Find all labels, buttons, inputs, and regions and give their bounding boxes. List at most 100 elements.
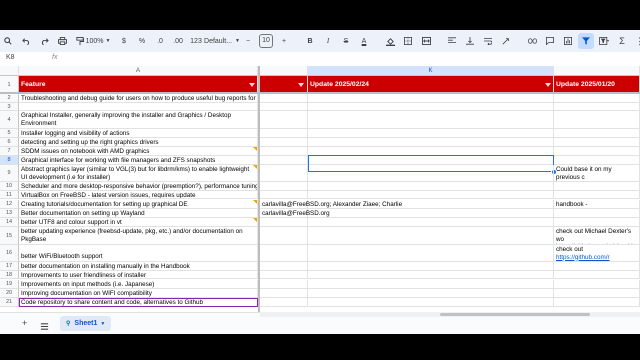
row-number[interactable]: 9 — [0, 165, 19, 182]
row-number[interactable]: 7 — [0, 147, 19, 156]
update-0224-cell[interactable] — [260, 165, 554, 182]
feature-cell[interactable]: better documentation on installing manua… — [19, 262, 258, 271]
feature-cell[interactable]: Installer logging and visibility of acti… — [19, 129, 258, 138]
decrease-decimal-button[interactable]: .0 — [152, 33, 168, 49]
update-0224-cell[interactable] — [260, 262, 554, 271]
search-menus-icon[interactable] — [0, 33, 16, 49]
column-header-l[interactable] — [554, 66, 640, 76]
insert-chart-icon[interactable] — [560, 33, 576, 49]
comment-marker-icon[interactable] — [253, 200, 257, 204]
feature-cell[interactable]: Abstract graphics layer (similar to VGL(… — [19, 165, 258, 182]
update-0120-cell[interactable] — [554, 156, 640, 165]
select-all-corner[interactable] — [0, 66, 19, 76]
update-0224-cell[interactable] — [260, 138, 554, 147]
filter-dropdown-icon[interactable] — [249, 83, 255, 87]
feature-cell[interactable]: Improvements to user friendliness of ins… — [19, 271, 258, 279]
number-format-button[interactable]: 123 — [188, 33, 204, 49]
update-0224-cell[interactable] — [260, 94, 554, 103]
update-0224-cell[interactable] — [260, 218, 554, 227]
row-number[interactable]: 18 — [0, 271, 19, 279]
redo-icon[interactable] — [36, 33, 52, 49]
update-0224-cell[interactable] — [260, 182, 554, 191]
strikethrough-button[interactable]: S — [338, 33, 354, 49]
row-freeze-line[interactable] — [0, 92, 640, 94]
column-freeze-line[interactable] — [258, 66, 260, 312]
merge-cells-icon[interactable] — [418, 33, 434, 49]
link-text[interactable]: https://github.com/r — [556, 254, 610, 261]
update-0224-cell[interactable] — [260, 280, 554, 289]
update-0120-cell[interactable]: check out https://github.com/rhttps://bu… — [554, 245, 640, 262]
sheet-tab-sheet1[interactable]: ⚲ Sheet1 ▼ — [60, 316, 112, 331]
functions-icon[interactable]: Σ — [614, 33, 630, 49]
filter-dropdown-icon[interactable] — [545, 83, 551, 87]
fill-color-icon[interactable] — [382, 33, 398, 49]
currency-format-button[interactable]: $ — [116, 33, 132, 49]
update-0120-cell[interactable] — [554, 191, 640, 199]
update-0120-cell[interactable] — [554, 289, 640, 298]
feature-cell[interactable]: Creating tutorials/documentation for set… — [19, 200, 258, 209]
feature-cell[interactable]: better updating experience (freebsd-upda… — [19, 227, 258, 245]
update-0120-cell[interactable] — [554, 111, 640, 129]
update-0224-cell[interactable] — [260, 289, 554, 298]
filter-views-icon[interactable] — [596, 33, 612, 49]
feature-cell[interactable]: SDDM issues on notebook with AMD graphic… — [19, 147, 258, 156]
update-0120-cell[interactable]: Could base it on my previous chttps://gi… — [554, 165, 640, 182]
column-header-k[interactable]: K — [308, 66, 554, 76]
row-number[interactable]: 6 — [0, 138, 19, 147]
update-0224-cell[interactable] — [260, 271, 554, 279]
update-0120-cell[interactable] — [554, 147, 640, 156]
font-size-input[interactable]: 10 — [258, 33, 274, 49]
insert-link-icon[interactable] — [524, 33, 540, 49]
row-number[interactable]: 13 — [0, 209, 19, 218]
feature-cell[interactable]: Scheduler and more desktop-responsive be… — [19, 182, 258, 191]
italic-button[interactable]: I — [320, 33, 336, 49]
update-0224-cell[interactable] — [260, 245, 554, 262]
update-0224-cell[interactable] — [260, 111, 554, 129]
row-number[interactable]: 19 — [0, 280, 19, 289]
horizontal-align-icon[interactable] — [444, 33, 460, 49]
borders-icon[interactable] — [400, 33, 416, 49]
feature-cell[interactable]: detecting and setting up the right graph… — [19, 138, 258, 147]
column-header-a[interactable]: A — [19, 66, 258, 76]
insert-comment-icon[interactable] — [542, 33, 558, 49]
text-rotation-icon[interactable] — [498, 33, 514, 49]
update-0224-cell[interactable] — [260, 191, 554, 199]
feature-cell[interactable]: Graphical interface for working with fil… — [19, 156, 258, 165]
row-number[interactable]: 2 — [0, 94, 19, 103]
feature-cell[interactable]: VirtualBox on FreeBSD - latest version i… — [19, 191, 258, 199]
row-number[interactable]: 3 — [0, 103, 19, 111]
font-select[interactable]: Default... ▼ — [204, 33, 240, 49]
more-options-icon[interactable]: ⋮ — [632, 33, 640, 49]
comment-marker-icon[interactable] — [253, 165, 257, 169]
print-icon[interactable] — [54, 33, 70, 49]
update-0224-cell[interactable] — [260, 129, 554, 138]
increase-decimal-button[interactable]: .00 — [170, 33, 186, 49]
update-0224-cell[interactable] — [260, 227, 554, 245]
update-0120-cell[interactable] — [554, 129, 640, 138]
comment-marker-icon[interactable] — [253, 218, 257, 222]
update-0120-cell[interactable] — [554, 138, 640, 147]
percent-format-button[interactable]: % — [134, 33, 150, 49]
update-0120-cell[interactable]: check out Michael Dexter's wohttps://git… — [554, 227, 640, 245]
update-0120-cell[interactable] — [554, 262, 640, 271]
filter-dropdown-icon[interactable] — [298, 83, 304, 87]
row-number[interactable]: 16 — [0, 245, 19, 262]
update-0120-cell[interactable] — [554, 94, 640, 103]
font-size-decrease-button[interactable]: − — [240, 33, 256, 49]
update-0120-cell[interactable] — [554, 182, 640, 191]
update-0224-cell[interactable]: carlavilla@FreeBSD.org; Alexander Ziaee;… — [260, 200, 554, 209]
sheet-grid[interactable]: A K 1 Feature Update 2025/02/24 Update 2025… — [0, 66, 640, 312]
filter-icon[interactable] — [578, 33, 594, 49]
feature-cell[interactable]: Troubleshooting and debug guide for user… — [19, 94, 258, 103]
update-0224-cell[interactable]: carlavilla@FreeBSD.org — [260, 209, 554, 218]
feature-cell[interactable]: Improvements on input methods (i.e. Japa… — [19, 280, 258, 289]
row-number[interactable]: 21 — [0, 298, 19, 307]
comment-marker-icon[interactable] — [253, 147, 257, 151]
vertical-align-icon[interactable] — [462, 33, 478, 49]
row-number[interactable]: 12 — [0, 200, 19, 209]
update-0120-cell[interactable] — [554, 103, 640, 111]
horizontal-scrollbar[interactable] — [260, 312, 640, 317]
update-0120-cell[interactable]: handbook - https://github.com — [554, 200, 640, 209]
undo-icon[interactable] — [18, 33, 34, 49]
row-number[interactable]: 20 — [0, 289, 19, 298]
